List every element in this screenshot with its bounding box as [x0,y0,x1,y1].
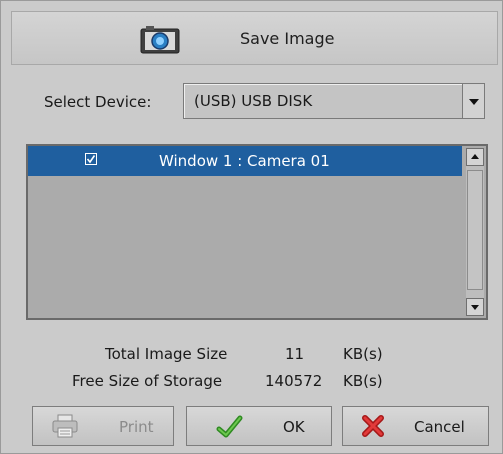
printer-icon [51,414,79,438]
red-x-icon [359,414,387,438]
scroll-down-icon[interactable] [466,298,484,316]
free-size-value: 140572 [265,372,323,390]
save-image-dialog: Save Image Select Device: (USB) USB DISK… [0,0,503,454]
dialog-title: Save Image [240,29,335,48]
select-device-label: Select Device: [44,93,152,111]
print-button[interactable]: Print [32,406,174,446]
chevron-down-icon[interactable] [462,84,484,118]
free-size-label: Free Size of Storage [72,372,223,390]
ok-button-label: OK [283,418,305,436]
device-select-value: (USB) USB DISK [194,92,313,110]
total-size-label: Total Image Size [105,345,228,363]
checkbox[interactable] [85,153,97,165]
scroll-thumb[interactable] [467,170,483,290]
print-button-label: Print [119,418,154,436]
cancel-button-label: Cancel [414,418,465,436]
camera-icon [140,26,180,54]
free-size-unit: KB(s) [343,372,383,390]
list-item[interactable]: Window 1 : Camera 01 [28,146,462,176]
camera-list: Window 1 : Camera 01 [26,144,488,320]
list-scrollbar[interactable] [466,148,484,316]
list-item-label: Window 1 : Camera 01 [159,152,330,170]
cancel-button[interactable]: Cancel [342,406,489,446]
dialog-title-bar: Save Image [11,11,498,65]
green-check-icon [215,414,243,438]
scroll-up-icon[interactable] [466,148,484,166]
total-size-unit: KB(s) [343,345,383,363]
ok-button[interactable]: OK [186,406,332,446]
device-select[interactable]: (USB) USB DISK [183,83,485,119]
total-size-value: 11 [285,345,305,363]
